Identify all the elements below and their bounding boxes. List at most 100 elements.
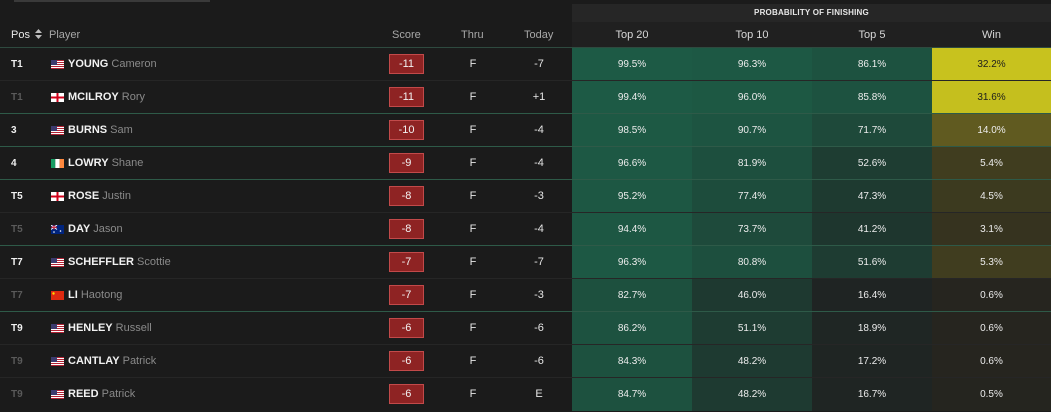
thru-cell: F: [469, 355, 477, 367]
score-badge: -7: [389, 252, 424, 272]
player-last-name: SCHEFFLER: [68, 256, 134, 268]
top5-probability-cell: 18.9%: [812, 312, 932, 345]
top20-probability-cell: 84.7%: [572, 378, 692, 411]
table-row[interactable]: T9 CANTLAY Patrick -6 F -6 84.3% 48.2% 17.2% 0.6…: [0, 345, 1051, 378]
top20-header[interactable]: Top 20: [572, 22, 692, 48]
thru-cell: F: [469, 124, 477, 136]
player-name-link[interactable]: REED Patrick: [68, 378, 135, 411]
table-row[interactable]: T5 DAY Jason -8 F -4 94.4% 73.7% 41.2% 3.1%: [0, 213, 1051, 246]
score-badge: -11: [389, 87, 424, 107]
top5-probability-cell: 85.8%: [812, 81, 932, 114]
player-first-name: Justin: [99, 190, 131, 202]
top20-probability-cell: 99.4%: [572, 81, 692, 114]
table-row[interactable]: T7 SCHEFFLER Scottie -7 F -7 96.3% 80.8% 51.6% 5…: [0, 246, 1051, 279]
player-last-name: LI: [68, 289, 78, 301]
table-row[interactable]: 3 BURNS Sam -10 F -4 98.5% 90.7% 71.7% 14.0%: [0, 114, 1051, 147]
flag-icon: [51, 60, 64, 69]
top5-probability-cell: 47.3%: [812, 180, 932, 213]
today-cell: -3: [534, 289, 544, 301]
table-header: Pos Player Score Thru Today Top 20 Top 1…: [0, 22, 1051, 48]
player-header[interactable]: Player: [49, 22, 80, 48]
position-cell: T9: [11, 323, 23, 334]
player-name-link[interactable]: MCILROY Rory: [68, 81, 145, 114]
today-header[interactable]: Today: [524, 22, 553, 48]
sort-pos-header[interactable]: Pos: [11, 22, 43, 48]
top10-probability-cell: 96.0%: [692, 81, 812, 114]
table-row[interactable]: T1 MCILROY Rory -11 F +1 99.4% 96.0% 85.8% 31.6%: [0, 81, 1051, 114]
flag-icon: [51, 225, 64, 234]
player-name-link[interactable]: CANTLAY Patrick: [68, 345, 156, 378]
score-badge: -7: [389, 285, 424, 305]
table-row[interactable]: T5 ROSE Justin -8 F -3 95.2% 77.4% 47.3% 4.5%: [0, 180, 1051, 213]
flag-icon: [51, 126, 64, 135]
player-first-name: Russell: [112, 322, 152, 334]
thru-cell: F: [469, 388, 477, 400]
top20-probability-cell: 98.5%: [572, 114, 692, 147]
player-name-link[interactable]: LI Haotong: [68, 279, 122, 312]
top10-header[interactable]: Top 10: [692, 22, 812, 48]
top5-probability-cell: 17.2%: [812, 345, 932, 378]
player-first-name: Jason: [90, 223, 123, 235]
today-cell: -4: [534, 124, 544, 136]
top10-probability-cell: 90.7%: [692, 114, 812, 147]
top5-header[interactable]: Top 5: [812, 22, 932, 48]
score-header[interactable]: Score: [392, 22, 421, 48]
player-flag: [51, 324, 64, 333]
player-flag: [51, 390, 64, 399]
top10-probability-cell: 51.1%: [692, 312, 812, 345]
top20-probability-cell: 82.7%: [572, 279, 692, 312]
flag-icon: [51, 390, 64, 399]
player-last-name: BURNS: [68, 124, 108, 136]
player-name-link[interactable]: DAY Jason: [68, 213, 123, 246]
player-first-name: Haotong: [77, 289, 123, 301]
table-row[interactable]: T9 HENLEY Russell -6 F -6 86.2% 51.1% 18.9% 0.6%: [0, 312, 1051, 345]
thru-cell: F: [469, 58, 477, 70]
player-first-name: Scottie: [134, 256, 171, 268]
player-name-link[interactable]: SCHEFFLER Scottie: [68, 246, 171, 279]
top10-probability-cell: 46.0%: [692, 279, 812, 312]
win-probability-cell: 31.6%: [932, 81, 1051, 114]
table-row[interactable]: 4 LOWRY Shane -9 F -4 96.6% 81.9% 52.6% 5.4%: [0, 147, 1051, 180]
today-cell: -4: [534, 223, 544, 235]
today-cell: E: [535, 388, 543, 400]
win-header[interactable]: Win: [932, 22, 1051, 48]
thru-header[interactable]: Thru: [461, 22, 484, 48]
win-probability-cell: 4.5%: [932, 180, 1051, 213]
top5-probability-cell: 71.7%: [812, 114, 932, 147]
position-cell: T9: [11, 389, 23, 400]
flag-icon: [51, 324, 64, 333]
top10-probability-cell: 77.4%: [692, 180, 812, 213]
player-flag: [51, 357, 64, 366]
win-probability-cell: 5.3%: [932, 246, 1051, 279]
table-row[interactable]: T7 LI Haotong -7 F -3 82.7% 46.0% 16.4% 0.6%: [0, 279, 1051, 312]
player-name-link[interactable]: ROSE Justin: [68, 180, 131, 213]
position-cell: 4: [11, 158, 17, 169]
position-cell: T7: [11, 290, 23, 301]
win-probability-cell: 3.1%: [932, 213, 1051, 246]
top20-probability-cell: 96.3%: [572, 246, 692, 279]
win-probability-cell: 0.6%: [932, 279, 1051, 312]
player-name-link[interactable]: LOWRY Shane: [68, 147, 143, 180]
position-cell: T1: [11, 59, 23, 70]
top5-probability-cell: 51.6%: [812, 246, 932, 279]
top20-probability-cell: 96.6%: [572, 147, 692, 180]
player-last-name: HENLEY: [68, 322, 113, 334]
player-name-link[interactable]: BURNS Sam: [68, 114, 133, 147]
flag-icon: [51, 291, 64, 300]
win-probability-cell: 0.5%: [932, 378, 1051, 411]
today-cell: -6: [534, 322, 544, 334]
player-first-name: Sam: [107, 124, 133, 136]
player-name-link[interactable]: YOUNG Cameron: [68, 48, 157, 81]
today-cell: -3: [534, 190, 544, 202]
player-last-name: REED: [68, 388, 99, 400]
position-cell: T1: [11, 92, 23, 103]
table-row[interactable]: T9 REED Patrick -6 F E 84.7% 48.2% 16.7% 0.5%: [0, 378, 1051, 411]
today-cell: -6: [534, 355, 544, 367]
player-name-link[interactable]: HENLEY Russell: [68, 312, 152, 345]
score-badge: -11: [389, 54, 424, 74]
pos-header-label: Pos: [11, 29, 30, 41]
score-badge: -9: [389, 153, 424, 173]
table-row[interactable]: T1 YOUNG Cameron -11 F -7 99.5% 96.3% 86.1% 32.2…: [0, 48, 1051, 81]
thru-cell: F: [469, 157, 477, 169]
player-last-name: MCILROY: [68, 91, 119, 103]
